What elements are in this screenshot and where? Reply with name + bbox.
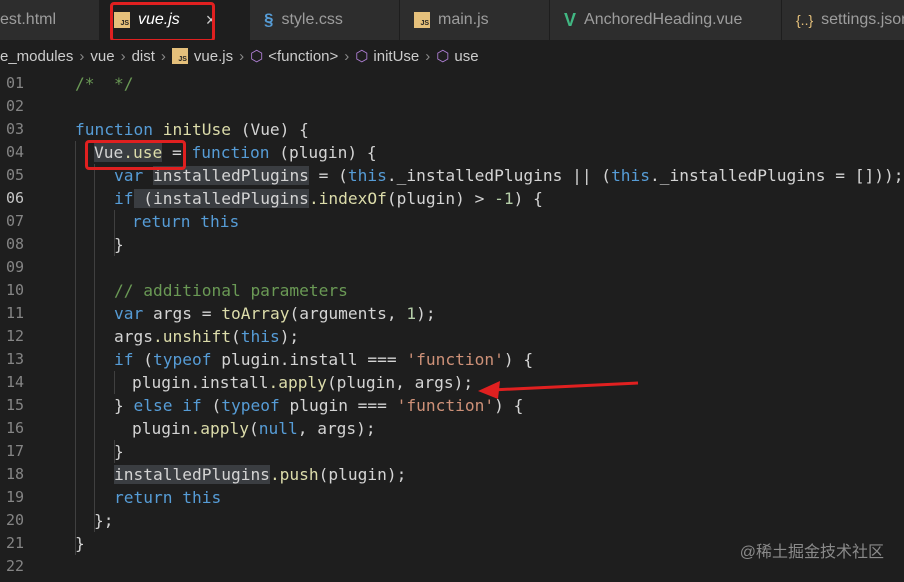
tab-main-js[interactable]: JS main.js — [400, 0, 550, 40]
code-line: 10 // additional parameters — [0, 279, 904, 302]
code-line: 02 — [0, 95, 904, 118]
code-text: } else if (typeof plugin === 'function')… — [114, 396, 524, 415]
code-line: 07 return this — [0, 210, 904, 233]
code-text: return this — [132, 212, 240, 231]
code-text: // additional parameters — [114, 281, 348, 300]
breadcrumb: e_modules › vue › dist › JS vue.js › ⬡ <… — [0, 40, 904, 72]
tab-label: AnchoredHeading.vue — [584, 11, 743, 28]
line-number: 22 — [5, 557, 24, 575]
breadcrumb-item[interactable]: <function> — [268, 48, 338, 65]
chevron-right-icon: › — [79, 47, 85, 65]
code-text: }; — [94, 511, 114, 530]
code-line: 14 plugin.install.apply(plugin, args); — [0, 371, 904, 394]
code-text: /* */ — [75, 74, 134, 93]
line-number: 05 — [5, 166, 24, 184]
code-text: installedPlugins.push(plugin); — [114, 465, 407, 484]
line-number: 08 — [5, 235, 24, 253]
tab-label: main.js — [438, 11, 489, 28]
code-line: 03 function initUse (Vue) { — [0, 118, 904, 141]
code-text: } — [75, 534, 85, 553]
line-number: 15 — [5, 396, 24, 414]
line-number: 13 — [5, 350, 24, 368]
js-icon: JS — [414, 12, 430, 28]
code-line: 19 return this — [0, 486, 904, 509]
code-text: if (typeof plugin.install === 'function'… — [114, 350, 534, 369]
line-number: 10 — [5, 281, 24, 299]
code-text: if (installedPlugins.indexOf(plugin) > -… — [114, 189, 543, 208]
tab-label: settings.json — [821, 11, 904, 28]
code-text: plugin.apply(null, args); — [132, 419, 376, 438]
line-number: 09 — [5, 258, 24, 276]
tab-anchoredheading-vue[interactable]: V AnchoredHeading.vue — [550, 0, 782, 40]
line-number: 02 — [5, 97, 24, 115]
breadcrumb-item[interactable]: vue.js — [194, 48, 233, 65]
code-editor[interactable]: 01 /* */ 02 03 function initUse (Vue) { … — [0, 72, 904, 582]
line-number: 14 — [5, 373, 24, 391]
chevron-right-icon: › — [120, 47, 126, 65]
code-text: args.unshift(this); — [114, 327, 300, 346]
tab-label: est.html — [0, 11, 57, 28]
tab-style-css[interactable]: § style.css — [250, 0, 400, 40]
line-number: 11 — [5, 304, 24, 322]
code-line: 16 plugin.apply(null, args); — [0, 417, 904, 440]
code-line: 08 } — [0, 233, 904, 256]
line-number: 07 — [5, 212, 24, 230]
code-line: 20 }; — [0, 509, 904, 532]
js-icon: JS — [171, 48, 188, 64]
line-number: 18 — [5, 465, 24, 483]
code-text: } — [114, 442, 124, 461]
code-line: 15 } else if (typeof plugin === 'functio… — [0, 394, 904, 417]
code-text: plugin.install.apply(plugin, args); — [132, 373, 474, 392]
code-line: 06 if (installedPlugins.indexOf(plugin) … — [0, 187, 904, 210]
cube-icon: ⬡ — [250, 48, 264, 65]
chevron-right-icon: › — [425, 47, 431, 65]
line-number: 03 — [5, 120, 24, 138]
line-number: 17 — [5, 442, 24, 460]
code-line: 13 if (typeof plugin.install === 'functi… — [0, 348, 904, 371]
breadcrumb-item[interactable]: vue — [90, 48, 114, 65]
line-number: 06 — [5, 189, 24, 207]
watermark: @稀土掘金技术社区 — [739, 544, 884, 561]
code-line: 17 } — [0, 440, 904, 463]
line-number: 19 — [5, 488, 24, 506]
chevron-right-icon: › — [239, 47, 245, 65]
code-text: var args = toArray(arguments, 1); — [114, 304, 436, 323]
code-text: } — [114, 235, 124, 254]
line-number: 20 — [5, 511, 24, 529]
chevron-right-icon: › — [160, 47, 166, 65]
breadcrumb-item[interactable]: e_modules — [0, 48, 73, 65]
line-number: 12 — [5, 327, 24, 345]
code-line: 09 — [0, 256, 904, 279]
chevron-right-icon: › — [344, 47, 350, 65]
breadcrumb-item[interactable]: initUse — [373, 48, 419, 65]
line-number: 04 — [5, 143, 24, 161]
vue-icon: V — [564, 9, 577, 30]
cube-icon: ⬡ — [436, 48, 450, 65]
line-number: 01 — [5, 74, 24, 92]
code-line: 11 var args = toArray(arguments, 1); — [0, 302, 904, 325]
breadcrumb-item[interactable]: dist — [132, 48, 155, 65]
code-line: 01 /* */ — [0, 72, 904, 95]
code-text: return this — [114, 488, 222, 507]
code-text: function initUse (Vue) { — [75, 120, 309, 139]
annotation-arrow — [478, 381, 639, 399]
line-number: 16 — [5, 419, 24, 437]
tab-settings-json[interactable]: {..} settings.json — [782, 0, 904, 40]
annotation-box-tab — [110, 2, 215, 42]
tab-test-html[interactable]: est.html — [0, 0, 100, 40]
json-icon: {..} — [796, 12, 814, 28]
annotation-box-vue-use — [85, 140, 186, 170]
line-number: 21 — [5, 534, 24, 552]
css-icon: § — [264, 10, 274, 29]
code-line: 12 args.unshift(this); — [0, 325, 904, 348]
code-text: var installedPlugins = (this._installedP… — [114, 166, 904, 185]
code-line: 18 installedPlugins.push(plugin); — [0, 463, 904, 486]
tab-label: style.css — [281, 11, 343, 28]
breadcrumb-item[interactable]: use — [454, 48, 478, 65]
cube-icon: ⬡ — [355, 48, 369, 65]
